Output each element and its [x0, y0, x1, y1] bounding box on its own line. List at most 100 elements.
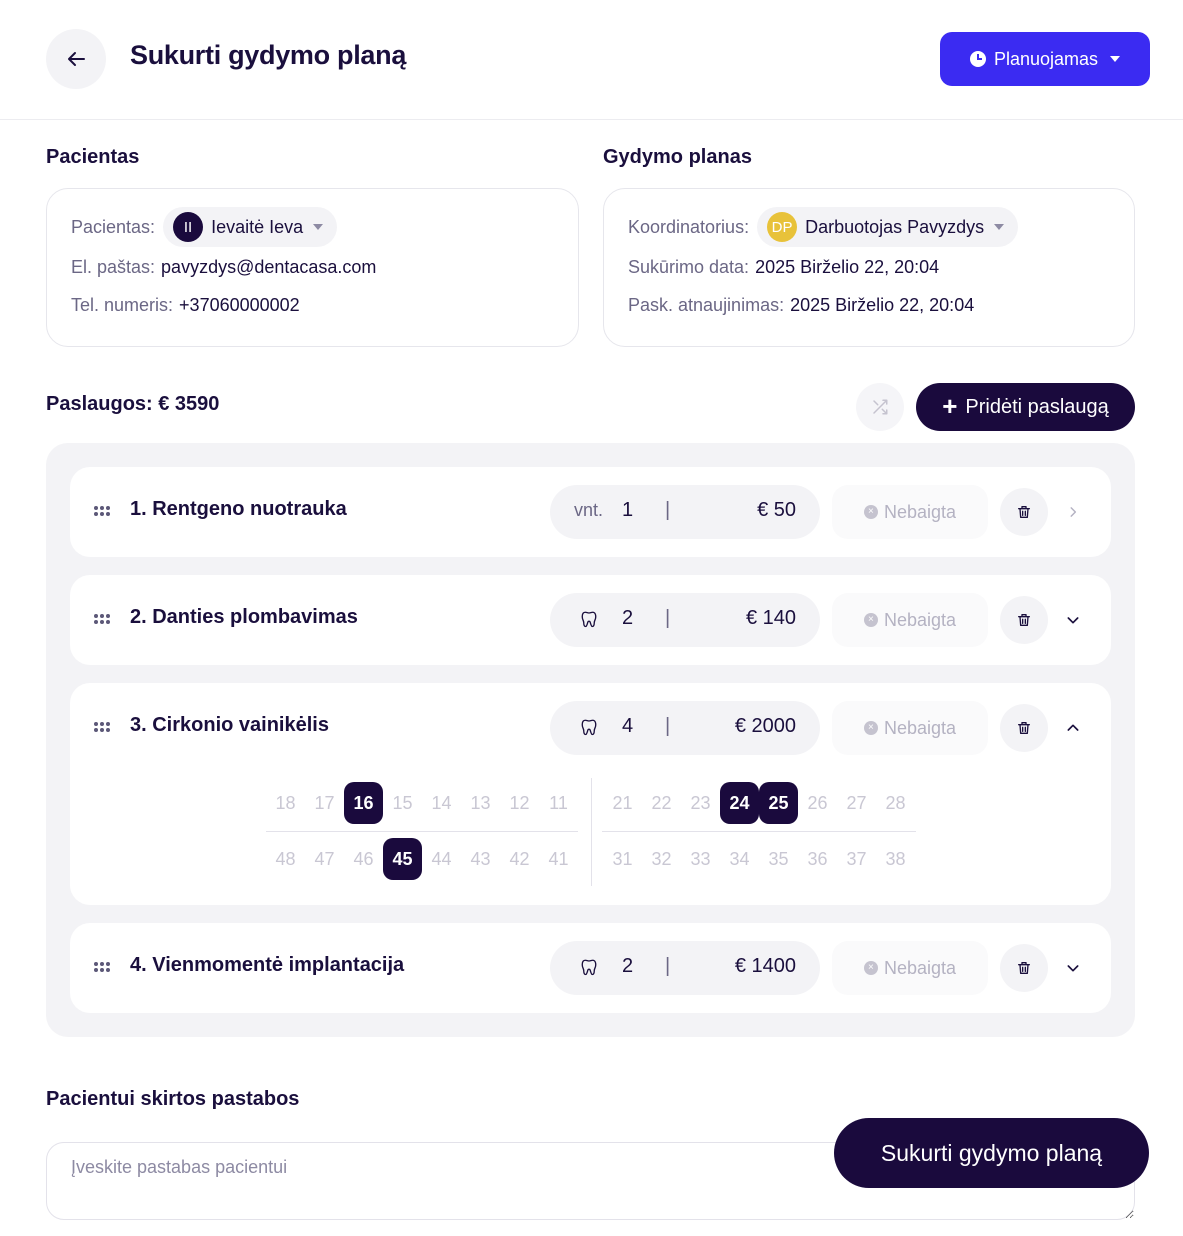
tooth-43[interactable]: 43	[461, 838, 500, 880]
unit-label: vnt.	[574, 500, 604, 520]
tooth-41[interactable]: 41	[539, 838, 578, 880]
service-count: 1	[622, 499, 634, 521]
tooth-28[interactable]: 28	[876, 782, 915, 824]
service-item[interactable]: 2. Danties plombavimas 2 | € 140 × Nebai…	[70, 575, 1111, 665]
close-circle-icon: ×	[863, 613, 878, 627]
tooth-44[interactable]: 44	[422, 838, 461, 880]
tooth-13[interactable]: 13	[461, 782, 500, 824]
add-service-label: Pridėti paslaugą	[965, 395, 1109, 418]
delete-button[interactable]	[1000, 944, 1048, 992]
services-list: 1. Rentgeno nuotrauka vnt. 1 | € 50 × Ne…	[46, 443, 1135, 1037]
back-button[interactable]	[46, 29, 106, 89]
tooth-24[interactable]: 24	[720, 782, 759, 824]
delete-button[interactable]	[1000, 704, 1048, 752]
tooth-48[interactable]: 48	[266, 838, 305, 880]
tooth-45[interactable]: 45	[383, 838, 422, 880]
caret-down-icon	[1110, 56, 1121, 62]
tooth-38[interactable]: 38	[876, 838, 915, 880]
caret-down-icon	[313, 224, 324, 230]
tooth-16[interactable]: 16	[344, 782, 383, 824]
services-total: Paslaugos: € 3590	[46, 393, 220, 415]
shuffle-icon	[873, 399, 888, 415]
service-item[interactable]: 1. Rentgeno nuotrauka vnt. 1 | € 50 × Ne…	[70, 467, 1111, 557]
status-toggle[interactable]: × Nebaigta	[832, 485, 988, 539]
tooth-11[interactable]: 11	[539, 782, 578, 824]
service-quantity-price[interactable]: 4 | € 2000	[550, 701, 820, 755]
drag-handle-icon[interactable]	[94, 722, 112, 734]
tooth-18[interactable]: 18	[266, 782, 305, 824]
tooth-15[interactable]: 15	[383, 782, 422, 824]
updated-value: 2025 Birželio 22, 20:04	[790, 295, 975, 315]
plan-section-title: Gydymo planas	[603, 146, 752, 168]
tooth-21[interactable]: 21	[603, 782, 642, 824]
tooth-12[interactable]: 12	[500, 782, 539, 824]
separator: |	[665, 499, 671, 521]
chevron-down-icon[interactable]	[1063, 608, 1083, 632]
chevron-up-icon[interactable]	[1063, 716, 1083, 740]
email-label: El. paštas:	[71, 257, 156, 277]
delete-button[interactable]	[1000, 488, 1048, 536]
tooth-34[interactable]: 34	[720, 838, 759, 880]
service-name: 2. Danties plombavimas	[130, 606, 358, 628]
service-quantity-price[interactable]: 2 | € 140	[550, 593, 820, 647]
drag-handle-icon[interactable]	[94, 962, 112, 974]
tooth-22[interactable]: 22	[642, 782, 681, 824]
tooth-23[interactable]: 23	[681, 782, 720, 824]
tooth-14[interactable]: 14	[422, 782, 461, 824]
status-toggle[interactable]: × Nebaigta	[832, 593, 988, 647]
tooth-33[interactable]: 33	[681, 838, 720, 880]
tooth-32[interactable]: 32	[642, 838, 681, 880]
separator: |	[665, 715, 671, 737]
patient-card: Pacientas: II Ievaitė Ieva El. paštas: p…	[46, 188, 579, 347]
chevron-right-icon[interactable]	[1063, 500, 1083, 524]
tooth-42[interactable]: 42	[500, 838, 539, 880]
service-price: € 140	[745, 607, 796, 629]
page-header: Sukurti gydymo planą Planuojamas	[0, 0, 1183, 120]
email-value: pavyzdys@dentacasa.com	[161, 257, 377, 277]
service-item-expanded[interactable]: 3. Cirkonio vainikėlis 4 | € 2000 × Neba…	[70, 683, 1111, 905]
phone-row: Tel. numeris: +37060000002	[71, 295, 300, 316]
page-title: Sukurti gydymo planą	[130, 40, 407, 70]
service-quantity-price[interactable]: 2 | € 1400	[550, 941, 820, 995]
status-dropdown-button[interactable]: Planuojamas	[940, 32, 1150, 86]
tooth-27[interactable]: 27	[837, 782, 876, 824]
plan-card: Koordinatorius: DP Darbuotojas Pavyzdys …	[603, 188, 1135, 347]
drag-handle-icon[interactable]	[94, 614, 112, 626]
status-label: Nebaigta	[883, 609, 957, 630]
status-toggle[interactable]: × Nebaigta	[832, 701, 988, 755]
tooth-31[interactable]: 31	[603, 838, 642, 880]
tooth-26[interactable]: 26	[798, 782, 837, 824]
create-plan-button[interactable]: Sukurti gydymo planą	[834, 1118, 1149, 1188]
service-price: € 50	[757, 499, 796, 521]
caret-down-icon	[994, 224, 1005, 230]
tooth-25[interactable]: 25	[759, 782, 798, 824]
tooth-17[interactable]: 17	[305, 782, 344, 824]
service-quantity-price[interactable]: vnt. 1 | € 50	[550, 485, 820, 539]
plus-icon: +	[942, 391, 958, 421]
tooth-46[interactable]: 46	[344, 838, 383, 880]
tooth-35[interactable]: 35	[759, 838, 798, 880]
chevron-down-icon[interactable]	[1063, 956, 1083, 980]
patient-select[interactable]: II Ievaitė Ieva	[163, 207, 338, 247]
clock-icon	[969, 51, 986, 67]
created-row: Sukūrimo data: 2025 Birželio 22, 20:04	[628, 257, 939, 278]
tooth-37[interactable]: 37	[837, 838, 876, 880]
tooth-47[interactable]: 47	[305, 838, 344, 880]
trash-icon	[1018, 506, 1030, 518]
service-count: 2	[622, 955, 634, 977]
tooth-36[interactable]: 36	[798, 838, 837, 880]
coordinator-name: Darbuotojas Pavyzdys	[805, 216, 985, 237]
service-item[interactable]: 4. Vienmomentė implantacija 2 | € 1400 ×…	[70, 923, 1111, 1013]
service-name: 1. Rentgeno nuotrauka	[130, 498, 347, 520]
delete-button[interactable]	[1000, 596, 1048, 644]
shuffle-button[interactable]	[856, 383, 904, 431]
coordinator-select[interactable]: DP Darbuotojas Pavyzdys	[757, 207, 1019, 247]
close-circle-icon: ×	[863, 961, 878, 975]
add-service-button[interactable]: + Pridėti paslaugą	[916, 383, 1135, 431]
trash-icon	[1018, 962, 1030, 974]
status-label: Nebaigta	[883, 717, 957, 738]
status-toggle[interactable]: × Nebaigta	[832, 941, 988, 995]
tooth-icon	[581, 611, 597, 628]
drag-handle-icon[interactable]	[94, 506, 112, 518]
status-label: Planuojamas	[993, 48, 1099, 69]
